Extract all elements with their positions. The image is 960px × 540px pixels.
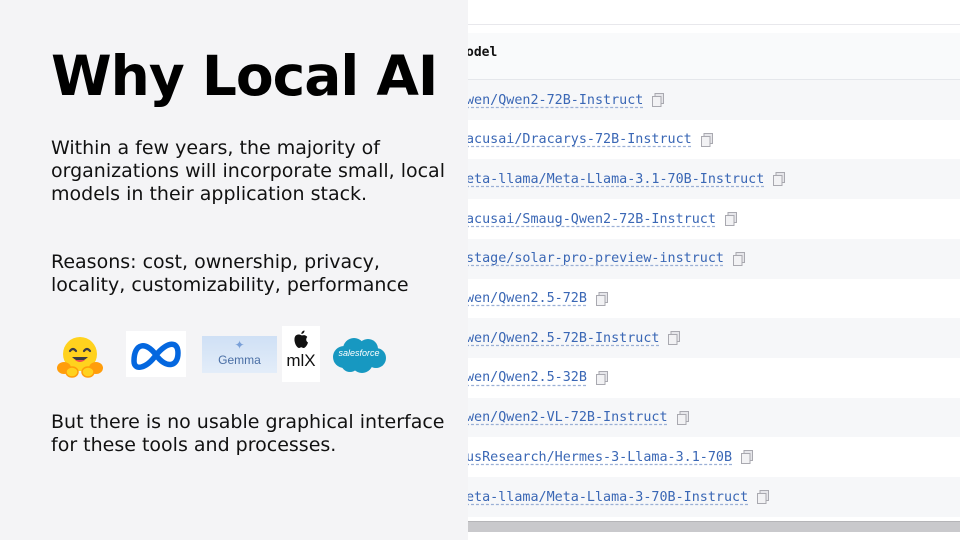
model-column-header: odel: [468, 45, 498, 60]
copy-icon[interactable]: [724, 212, 737, 227]
slide-title: Why Local AI: [51, 44, 438, 108]
model-link[interactable]: stage/solar-pro-preview-instruct: [468, 251, 724, 266]
model-link[interactable]: wen/Qwen2.5-32B: [468, 370, 587, 385]
model-link[interactable]: wen/Qwen2.5-72B: [468, 291, 587, 306]
table-row: wen/Qwen2.5-72B-Instruct: [468, 318, 960, 359]
gemma-star-icon: ✦: [234, 338, 245, 352]
copy-icon[interactable]: [668, 331, 681, 346]
slide-text-panel: Why Local AI Within a few years, the maj…: [0, 0, 468, 540]
model-link[interactable]: usResearch/Hermes-3-Llama-3.1-70B: [468, 450, 732, 465]
model-link[interactable]: acusai/Dracarys-72B-Instruct: [468, 132, 692, 147]
model-link[interactable]: wen/Qwen2.5-72B-Instruct: [468, 331, 659, 346]
copy-icon[interactable]: [676, 410, 689, 425]
copy-icon[interactable]: [652, 93, 665, 107]
model-link[interactable]: wen/Qwen2-72B-Instruct: [468, 93, 643, 108]
table-row: wen/Qwen2.5-32B: [468, 357, 960, 398]
model-link[interactable]: wen/Qwen2-VL-72B-Instruct: [468, 410, 668, 425]
model-link[interactable]: eta-llama/Meta-Llama-3.1-70B-Instruct: [468, 172, 764, 187]
copy-icon[interactable]: [741, 450, 754, 465]
table-row: wen/Qwen2-72B-Instruct: [468, 80, 960, 120]
mlx-logo: mlX: [282, 326, 320, 382]
gemma-logo: ✦ Gemma: [202, 336, 277, 373]
copy-icon[interactable]: [732, 251, 745, 266]
copy-icon[interactable]: [773, 172, 786, 187]
copy-icon[interactable]: [700, 132, 713, 147]
salesforce-logo-text: salesforce: [338, 348, 380, 358]
gemma-logo-text: Gemma: [218, 353, 261, 367]
model-link[interactable]: acusai/Smaug-Qwen2-72B-Instruct: [468, 212, 716, 227]
meta-logo-icon: [126, 331, 186, 377]
copy-icon[interactable]: [757, 490, 770, 504]
model-link[interactable]: eta-llama/Meta-Llama-3-70B-Instruct: [468, 490, 748, 505]
closing-paragraph: But there is no usable graphical interfa…: [51, 411, 445, 456]
table-row: wen/Qwen2-VL-72B-Instruct: [468, 397, 960, 438]
table-header: odel: [468, 33, 960, 80]
table-row: acusai/Dracarys-72B-Instruct: [468, 119, 960, 160]
horizontal-scrollbar[interactable]: [468, 521, 960, 532]
salesforce-logo: salesforce: [330, 335, 388, 375]
table-row: stage/solar-pro-preview-instruct: [468, 238, 960, 279]
model-table-screenshot: odel wen/Qwen2-72B-Instruct acusai/Dracar…: [468, 0, 960, 540]
table-row: wen/Qwen2.5-72B: [468, 278, 960, 319]
copy-icon[interactable]: [595, 370, 608, 385]
table-row: usResearch/Hermes-3-Llama-3.1-70B: [468, 437, 960, 478]
copy-icon[interactable]: [595, 291, 608, 306]
top-bar: [468, 0, 960, 25]
logo-row: ✦ Gemma mlX salesforce: [56, 326, 396, 382]
table-row: eta-llama/Meta-Llama-3.1-70B-Instruct: [468, 159, 960, 200]
reasons-paragraph: Reasons: cost, ownership, privacy, local…: [51, 251, 409, 296]
table-row: eta-llama/Meta-Llama-3-70B-Instruct: [468, 477, 960, 517]
intro-paragraph: Within a few years, the majority of orga…: [51, 137, 445, 205]
mlx-logo-text: mlX: [286, 351, 316, 370]
table-row: acusai/Smaug-Qwen2-72B-Instruct: [468, 199, 960, 240]
hugging-face-logo-icon: [56, 332, 104, 380]
apple-icon: [294, 330, 308, 348]
